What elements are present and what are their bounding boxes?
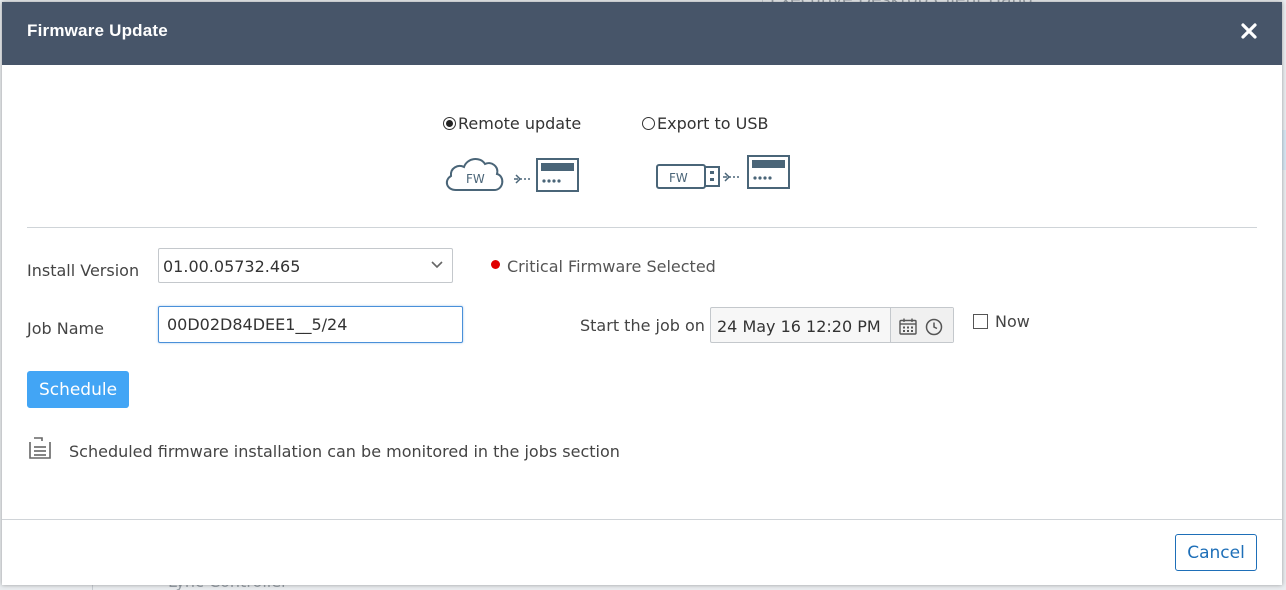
close-icon	[1241, 23, 1257, 39]
now-checkbox[interactable]	[973, 314, 988, 329]
remote-update-label: Remote update	[458, 114, 582, 133]
datetime-picker-buttons	[890, 308, 953, 342]
clock-icon[interactable]	[925, 318, 943, 336]
section-divider	[27, 227, 1257, 228]
remote-update-option[interactable]: Remote update	[443, 114, 581, 133]
close-button[interactable]	[1238, 20, 1260, 42]
export-usb-label: Export to USB	[657, 114, 769, 133]
critical-firmware-text: Critical Firmware Selected	[507, 257, 716, 276]
dialog-header: Firmware Update	[2, 2, 1282, 65]
now-label: Now	[995, 312, 1030, 331]
critical-indicator-dot	[491, 260, 500, 269]
usb-fw-text: FW	[669, 171, 688, 185]
start-job-datetime-value: 24 May 16 12:20 PM	[717, 317, 881, 336]
firmware-update-dialog: Firmware Update Remote update FW Export …	[2, 2, 1282, 585]
export-usb-radio[interactable]	[642, 117, 655, 130]
start-job-label: Start the job on	[580, 316, 705, 335]
export-usb-option[interactable]: Export to USB	[642, 114, 768, 133]
job-name-label: Job Name	[27, 319, 104, 338]
dialog-title: Firmware Update	[27, 21, 168, 40]
cancel-button[interactable]: Cancel	[1175, 534, 1257, 571]
background-divider-bottom	[92, 585, 93, 590]
jobs-list-icon	[29, 437, 51, 459]
usb-to-device-icon: FW	[656, 155, 790, 189]
cloud-to-device-icon: FW	[445, 158, 579, 192]
calendar-icon[interactable]	[899, 318, 917, 335]
install-version-value: 01.00.05732.465	[163, 257, 301, 276]
schedule-button[interactable]: Schedule	[27, 371, 129, 408]
cloud-fw-text: FW	[466, 172, 485, 186]
install-version-label: Install Version	[27, 261, 140, 280]
start-job-datetime-field[interactable]: 24 May 16 12:20 PM	[710, 307, 954, 343]
jobs-info-text: Scheduled firmware installation can be m…	[69, 442, 620, 461]
footer-divider	[2, 519, 1282, 520]
install-version-select[interactable]: 01.00.05732.465	[158, 248, 453, 283]
remote-update-radio[interactable]	[443, 117, 456, 130]
chevron-down-icon	[431, 261, 443, 269]
job-name-input[interactable]	[158, 306, 463, 343]
